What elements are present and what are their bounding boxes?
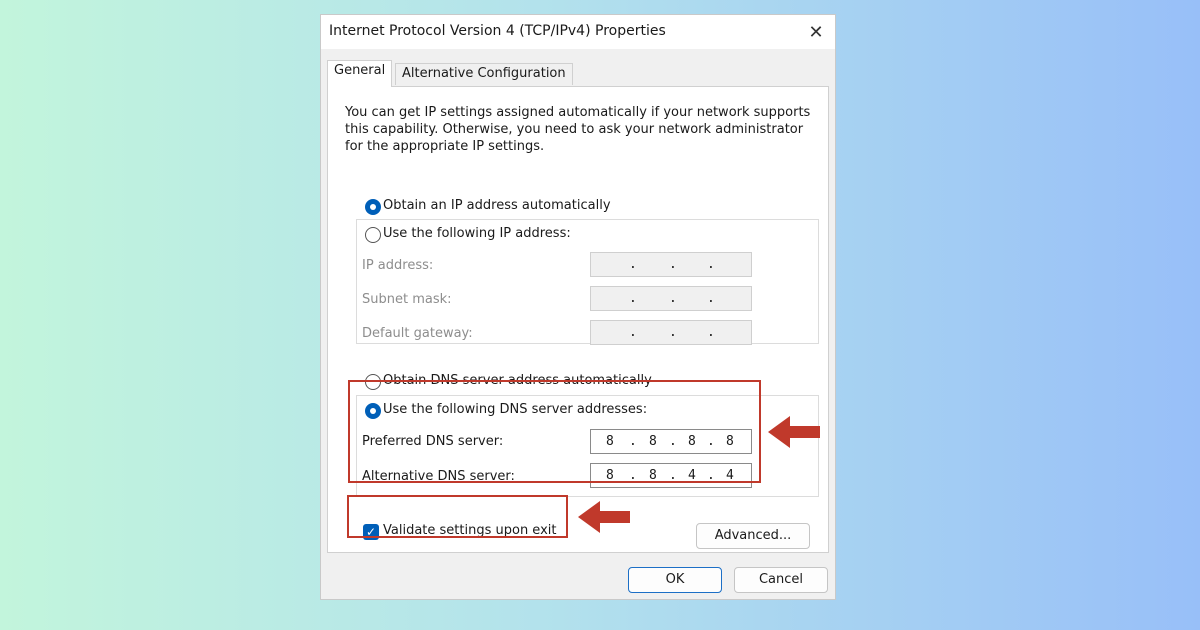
ok-button[interactable]: OK — [628, 567, 722, 593]
subnet-mask-label: Subnet mask: — [362, 292, 452, 307]
arrow-left-icon — [768, 416, 820, 448]
radio-use-following-ip[interactable] — [365, 227, 381, 243]
cancel-button[interactable]: Cancel — [734, 567, 828, 593]
ip-dot: . — [629, 257, 637, 272]
obtain-ip-auto-label[interactable]: Obtain an IP address automatically — [383, 198, 611, 213]
close-icon[interactable]: ✕ — [803, 19, 829, 45]
tab-alternative-configuration[interactable]: Alternative Configuration — [395, 63, 573, 85]
subnet-mask-field: . . . — [590, 286, 752, 311]
ip-dot: . — [707, 257, 715, 272]
title-bar: Internet Protocol Version 4 (TCP/IPv4) P… — [321, 15, 835, 49]
advanced-button[interactable]: Advanced... — [696, 523, 810, 549]
ip-dot: . — [629, 325, 637, 340]
ip-dot: . — [707, 325, 715, 340]
dialog-title: Internet Protocol Version 4 (TCP/IPv4) P… — [329, 23, 666, 39]
default-gateway-field: . . . — [590, 320, 752, 345]
arrow-left-icon — [578, 501, 630, 533]
use-following-ip-label[interactable]: Use the following IP address: — [383, 226, 575, 241]
ip-dot: . — [669, 257, 677, 272]
ip-address-label: IP address: — [362, 258, 434, 273]
description-text: You can get IP settings assigned automat… — [345, 105, 811, 154]
ip-dot: . — [629, 291, 637, 306]
dns-highlight-box — [348, 380, 761, 483]
tab-general[interactable]: General — [327, 60, 393, 87]
ip-dot: . — [669, 291, 677, 306]
ip-address-field: . . . — [590, 252, 752, 277]
ip-dot: . — [669, 325, 677, 340]
default-gateway-label: Default gateway: — [362, 326, 473, 341]
ip-dot: . — [707, 291, 715, 306]
radio-obtain-ip-auto[interactable] — [365, 199, 381, 215]
validate-highlight-box — [347, 495, 568, 538]
